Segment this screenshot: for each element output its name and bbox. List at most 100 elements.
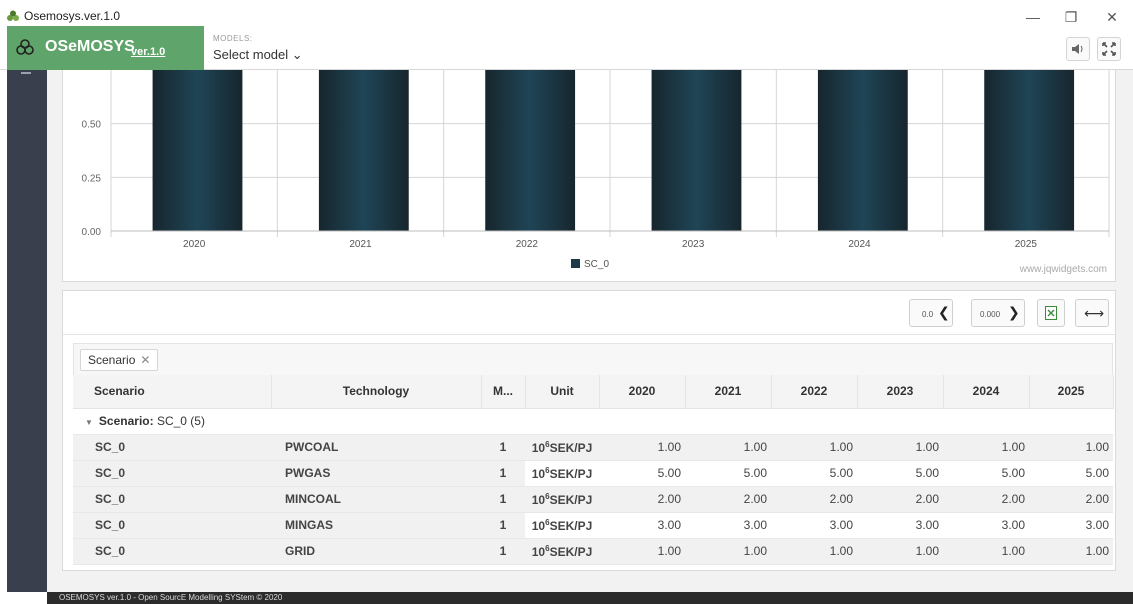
cell-value-2023[interactable]: 1.00 bbox=[857, 434, 943, 461]
cell-value-2024[interactable]: 2.00 bbox=[943, 486, 1029, 513]
group-row-scenario[interactable]: ▼ Scenario: SC_0 (5) bbox=[73, 408, 1113, 435]
table-row[interactable]: SC_0 PWCOAL 1 106SEK/PJ 1.00 1.00 1.00 1.00 1.00… bbox=[73, 434, 1113, 461]
table-row[interactable]: SC_0 MINGAS 1 106SEK/PJ 3.00 3.00 3.00 3.00 3.00… bbox=[73, 512, 1113, 539]
column-header-unit[interactable]: Unit bbox=[525, 375, 600, 409]
unit-rest: SEK/PJ bbox=[549, 544, 593, 559]
column-header-2025[interactable]: 2025 bbox=[1029, 375, 1114, 409]
minimize-button[interactable]: — bbox=[1018, 6, 1048, 28]
bar-chart: 0.00 0.25 0.50 2020 2021 2022 2023 2024 2025 SC_0 bbox=[82, 70, 1110, 270]
table-header-row: Scenario Technology M... Unit 2020 2021 … bbox=[73, 375, 1114, 409]
data-table: Scenario Technology M... Unit 2020 2021 … bbox=[73, 375, 1114, 565]
cell-value-2022[interactable]: 1.00 bbox=[771, 434, 857, 461]
cell-technology[interactable]: MINCOAL bbox=[271, 486, 481, 513]
column-header-scenario[interactable]: Scenario bbox=[73, 375, 272, 409]
legend-label[interactable]: SC_0 bbox=[584, 259, 609, 270]
cell-value-2020[interactable]: 3.00 bbox=[599, 512, 685, 539]
cell-unit[interactable]: 106SEK/PJ bbox=[525, 486, 599, 513]
cell-value-2023[interactable]: 1.00 bbox=[857, 538, 943, 565]
bar-2020[interactable] bbox=[152, 70, 243, 231]
cell-m[interactable]: 1 bbox=[481, 538, 525, 565]
close-icon[interactable]: ✕ bbox=[140, 353, 150, 367]
cell-unit[interactable]: 106SEK/PJ bbox=[525, 434, 599, 461]
cell-value-2021[interactable]: 1.00 bbox=[685, 538, 771, 565]
cell-value-2020[interactable]: 1.00 bbox=[599, 538, 685, 565]
cell-scenario[interactable]: SC_0 bbox=[73, 512, 271, 539]
column-header-technology[interactable]: Technology bbox=[271, 375, 482, 409]
cell-m[interactable]: 1 bbox=[481, 512, 525, 539]
column-header-2024[interactable]: 2024 bbox=[943, 375, 1030, 409]
decimal-down-label: 0.0 bbox=[922, 310, 934, 319]
sound-button[interactable] bbox=[1066, 37, 1090, 61]
cell-value-2025[interactable]: 2.00 bbox=[1029, 486, 1113, 513]
bar-2023[interactable] bbox=[651, 70, 742, 231]
column-header-2021[interactable]: 2021 bbox=[685, 375, 772, 409]
table-row[interactable]: SC_0 MINCOAL 1 106SEK/PJ 2.00 2.00 2.00 2.00 2.0… bbox=[73, 486, 1113, 513]
group-chip-scenario[interactable]: Scenario ✕ bbox=[80, 349, 159, 371]
cell-scenario[interactable]: SC_0 bbox=[73, 486, 271, 513]
cell-technology[interactable]: GRID bbox=[271, 538, 481, 565]
cell-value-2023[interactable]: 3.00 bbox=[857, 512, 943, 539]
cell-m[interactable]: 1 bbox=[481, 486, 525, 513]
cell-m[interactable]: 1 bbox=[481, 460, 525, 487]
expand-columns-button[interactable]: ⟷ bbox=[1075, 299, 1109, 327]
bar-2021[interactable] bbox=[318, 70, 409, 231]
cell-value-2022[interactable]: 3.00 bbox=[771, 512, 857, 539]
cell-value-2024[interactable]: 5.00 bbox=[943, 460, 1029, 487]
cell-unit[interactable]: 106SEK/PJ bbox=[525, 538, 599, 565]
cell-value-2022[interactable]: 1.00 bbox=[771, 538, 857, 565]
cell-value-2020[interactable]: 5.00 bbox=[599, 460, 685, 487]
window-title: Osemosys.ver.1.0 bbox=[24, 9, 121, 23]
legend-swatch[interactable] bbox=[571, 259, 580, 268]
increase-decimals-button[interactable]: 0.000 ❯ bbox=[971, 299, 1025, 327]
sidebar-collapse-handle[interactable] bbox=[21, 72, 31, 74]
cell-value-2020[interactable]: 2.00 bbox=[599, 486, 685, 513]
decrease-decimals-button[interactable]: 0.0 ❮ bbox=[909, 299, 953, 327]
column-header-2020[interactable]: 2020 bbox=[599, 375, 686, 409]
cell-unit[interactable]: 106SEK/PJ bbox=[525, 460, 599, 487]
bar-2022[interactable] bbox=[485, 70, 576, 231]
group-value: SC_0 (5) bbox=[156, 414, 205, 428]
cell-value-2021[interactable]: 2.00 bbox=[685, 486, 771, 513]
cell-technology[interactable]: MINGAS bbox=[271, 512, 481, 539]
model-select[interactable]: Select model ⌄ bbox=[213, 47, 303, 63]
cell-scenario[interactable]: SC_0 bbox=[73, 538, 271, 565]
cell-value-2023[interactable]: 2.00 bbox=[857, 486, 943, 513]
cell-value-2025[interactable]: 3.00 bbox=[1029, 512, 1113, 539]
cell-m[interactable]: 1 bbox=[481, 434, 525, 461]
cell-value-2024[interactable]: 3.00 bbox=[943, 512, 1029, 539]
cell-value-2020[interactable]: 1.00 bbox=[599, 434, 685, 461]
cell-value-2024[interactable]: 1.00 bbox=[943, 434, 1029, 461]
close-button[interactable]: ✕ bbox=[1097, 6, 1127, 28]
bar-2024[interactable] bbox=[817, 70, 908, 231]
cell-scenario[interactable]: SC_0 bbox=[73, 434, 271, 461]
cell-unit[interactable]: 106SEK/PJ bbox=[525, 512, 599, 539]
bar-2025[interactable] bbox=[984, 70, 1075, 231]
table-row[interactable]: SC_0 GRID 1 106SEK/PJ 1.00 1.00 1.00 1.00 1.00 1.… bbox=[73, 538, 1113, 565]
cell-scenario[interactable]: SC_0 bbox=[73, 460, 271, 487]
y-tick-label: 0.25 bbox=[82, 173, 102, 184]
cell-value-2025[interactable]: 5.00 bbox=[1029, 460, 1113, 487]
cell-value-2022[interactable]: 5.00 bbox=[771, 460, 857, 487]
group-header-cell[interactable]: ▼ Scenario: SC_0 (5) bbox=[73, 408, 1113, 435]
grid-panel: 0.0 ❮ 0.000 ❯ ⟷ Scenario ✕ Scenario Tech… bbox=[62, 290, 1116, 571]
table-row[interactable]: SC_0 PWGAS 1 106SEK/PJ 5.00 5.00 5.00 5.00 5.00 5… bbox=[73, 460, 1113, 487]
column-header-2022[interactable]: 2022 bbox=[771, 375, 858, 409]
cell-value-2021[interactable]: 1.00 bbox=[685, 434, 771, 461]
group-label: Scenario: bbox=[98, 414, 154, 428]
cell-value-2023[interactable]: 5.00 bbox=[857, 460, 943, 487]
column-header-2023[interactable]: 2023 bbox=[857, 375, 944, 409]
brand-block[interactable]: OSeMOSYS ver.1.0 bbox=[7, 26, 204, 70]
cell-technology[interactable]: PWGAS bbox=[271, 460, 481, 487]
cell-technology[interactable]: PWCOAL bbox=[271, 434, 481, 461]
column-header-m[interactable]: M... bbox=[481, 375, 526, 409]
cell-value-2021[interactable]: 3.00 bbox=[685, 512, 771, 539]
cell-value-2024[interactable]: 1.00 bbox=[943, 538, 1029, 565]
cell-value-2021[interactable]: 5.00 bbox=[685, 460, 771, 487]
cell-value-2022[interactable]: 2.00 bbox=[771, 486, 857, 513]
cell-value-2025[interactable]: 1.00 bbox=[1029, 538, 1113, 565]
fullscreen-button[interactable] bbox=[1097, 37, 1121, 61]
restore-button[interactable]: ❐ bbox=[1056, 6, 1086, 28]
cell-value-2025[interactable]: 1.00 bbox=[1029, 434, 1113, 461]
chevron-down-icon[interactable]: ▼ bbox=[85, 418, 93, 427]
export-excel-button[interactable] bbox=[1037, 299, 1065, 327]
